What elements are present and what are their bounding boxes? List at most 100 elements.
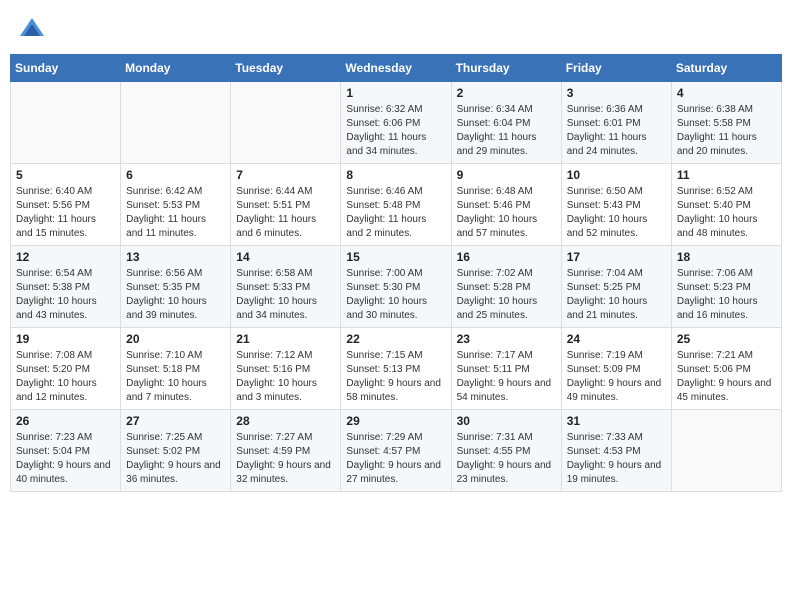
day-number: 3 [567, 86, 666, 100]
day-info: Sunrise: 6:46 AM Sunset: 5:48 PM Dayligh… [346, 185, 445, 241]
day-info: Sunrise: 6:50 AM Sunset: 5:43 PM Dayligh… [567, 185, 666, 241]
day-number: 30 [457, 414, 556, 428]
week-row-3: 12Sunrise: 6:54 AM Sunset: 5:38 PM Dayli… [11, 246, 782, 328]
calendar-cell: 10 Sunrise: 6:50 AM Sunset: 5:43 PM Dayli… [561, 164, 671, 246]
header-day-sunday: Sunday [11, 55, 121, 82]
day-info: Sunrise: 6:36 AM Sunset: 6:01 PM Dayligh… [567, 103, 666, 159]
day-number: 1 [346, 86, 445, 100]
week-row-5: 26 Sunrise: 7:23 AM Sunset: 5:04 PM Dayli… [11, 410, 782, 492]
calendar-cell: 18 Sunrise: 7:06 AM Sunset: 5:23 PM Dayli… [671, 246, 781, 328]
calendar-cell: 28 Sunrise: 7:27 AM Sunset: 4:59 PM Dayli… [231, 410, 341, 492]
calendar-cell: 1 Sunrise: 6:32 AM Sunset: 6:06 PM Daylig… [341, 82, 451, 164]
day-number: 29 [346, 414, 445, 428]
day-info: Sunrise: 7:08 AM Sunset: 5:20 PM Dayligh… [16, 349, 115, 405]
day-number: 24 [567, 332, 666, 346]
header-day-saturday: Saturday [671, 55, 781, 82]
calendar-body: 1 Sunrise: 6:32 AM Sunset: 6:06 PM Daylig… [11, 82, 782, 492]
calendar-header: SundayMondayTuesdayWednesdayThursdayFrid… [11, 55, 782, 82]
calendar-cell: 31 Sunrise: 7:33 AM Sunset: 4:53 PM Dayli… [561, 410, 671, 492]
day-info: Sunrise: 6:44 AM Sunset: 5:51 PM Dayligh… [236, 185, 335, 241]
day-info: Sunrise: 7:15 AM Sunset: 5:13 PM Dayligh… [346, 349, 445, 405]
calendar-cell: 7Sunrise: 6:44 AM Sunset: 5:51 PM Daylig… [231, 164, 341, 246]
calendar-cell [11, 82, 121, 164]
calendar-cell: 27Sunrise: 7:25 AM Sunset: 5:02 PM Dayli… [121, 410, 231, 492]
day-info: Sunrise: 7:31 AM Sunset: 4:55 PM Dayligh… [457, 431, 556, 487]
day-number: 15 [346, 250, 445, 264]
calendar-cell: 14Sunrise: 6:58 AM Sunset: 5:33 PM Dayli… [231, 246, 341, 328]
logo [18, 14, 50, 42]
day-number: 28 [236, 414, 335, 428]
day-info: Sunrise: 6:40 AM Sunset: 5:56 PM Dayligh… [16, 185, 115, 241]
calendar-cell: 3 Sunrise: 6:36 AM Sunset: 6:01 PM Daylig… [561, 82, 671, 164]
header-day-tuesday: Tuesday [231, 55, 341, 82]
calendar-cell: 29 Sunrise: 7:29 AM Sunset: 4:57 PM Dayli… [341, 410, 451, 492]
calendar-cell: 11 Sunrise: 6:52 AM Sunset: 5:40 PM Dayli… [671, 164, 781, 246]
calendar-cell: 4Sunrise: 6:38 AM Sunset: 5:58 PM Daylig… [671, 82, 781, 164]
calendar-cell: 21 Sunrise: 7:12 AM Sunset: 5:16 PM Dayli… [231, 328, 341, 410]
day-number: 10 [567, 168, 666, 182]
week-row-1: 1 Sunrise: 6:32 AM Sunset: 6:06 PM Daylig… [11, 82, 782, 164]
day-number: 31 [567, 414, 666, 428]
calendar-cell: 17 Sunrise: 7:04 AM Sunset: 5:25 PM Dayli… [561, 246, 671, 328]
header-row: SundayMondayTuesdayWednesdayThursdayFrid… [11, 55, 782, 82]
page-header [10, 10, 782, 46]
day-info: Sunrise: 6:38 AM Sunset: 5:58 PM Dayligh… [677, 103, 776, 159]
calendar-cell: 9Sunrise: 6:48 AM Sunset: 5:46 PM Daylig… [451, 164, 561, 246]
day-number: 23 [457, 332, 556, 346]
day-info: Sunrise: 7:23 AM Sunset: 5:04 PM Dayligh… [16, 431, 115, 487]
day-number: 5 [16, 168, 115, 182]
day-info: Sunrise: 6:42 AM Sunset: 5:53 PM Dayligh… [126, 185, 225, 241]
day-number: 13 [126, 250, 225, 264]
day-info: Sunrise: 7:00 AM Sunset: 5:30 PM Dayligh… [346, 267, 445, 323]
calendar-cell [671, 410, 781, 492]
header-day-friday: Friday [561, 55, 671, 82]
day-number: 8 [346, 168, 445, 182]
day-info: Sunrise: 7:04 AM Sunset: 5:25 PM Dayligh… [567, 267, 666, 323]
calendar-cell: 25Sunrise: 7:21 AM Sunset: 5:06 PM Dayli… [671, 328, 781, 410]
calendar-cell [121, 82, 231, 164]
calendar-cell: 13 Sunrise: 6:56 AM Sunset: 5:35 PM Dayli… [121, 246, 231, 328]
day-info: Sunrise: 6:54 AM Sunset: 5:38 PM Dayligh… [16, 267, 115, 323]
calendar-table: SundayMondayTuesdayWednesdayThursdayFrid… [10, 54, 782, 492]
day-number: 6 [126, 168, 225, 182]
calendar-cell: 16Sunrise: 7:02 AM Sunset: 5:28 PM Dayli… [451, 246, 561, 328]
day-number: 17 [567, 250, 666, 264]
calendar-cell [231, 82, 341, 164]
day-number: 2 [457, 86, 556, 100]
calendar-cell: 6 Sunrise: 6:42 AM Sunset: 5:53 PM Daylig… [121, 164, 231, 246]
day-info: Sunrise: 7:33 AM Sunset: 4:53 PM Dayligh… [567, 431, 666, 487]
calendar-cell: 24 Sunrise: 7:19 AM Sunset: 5:09 PM Dayli… [561, 328, 671, 410]
day-number: 16 [457, 250, 556, 264]
calendar-cell: 20 Sunrise: 7:10 AM Sunset: 5:18 PM Dayli… [121, 328, 231, 410]
header-day-monday: Monday [121, 55, 231, 82]
calendar-cell: 2Sunrise: 6:34 AM Sunset: 6:04 PM Daylig… [451, 82, 561, 164]
day-number: 22 [346, 332, 445, 346]
day-number: 25 [677, 332, 776, 346]
day-info: Sunrise: 7:10 AM Sunset: 5:18 PM Dayligh… [126, 349, 225, 405]
day-number: 11 [677, 168, 776, 182]
week-row-4: 19 Sunrise: 7:08 AM Sunset: 5:20 PM Dayli… [11, 328, 782, 410]
day-number: 26 [16, 414, 115, 428]
calendar-cell: 12Sunrise: 6:54 AM Sunset: 5:38 PM Dayli… [11, 246, 121, 328]
day-info: Sunrise: 7:06 AM Sunset: 5:23 PM Dayligh… [677, 267, 776, 323]
day-number: 18 [677, 250, 776, 264]
day-info: Sunrise: 7:19 AM Sunset: 5:09 PM Dayligh… [567, 349, 666, 405]
day-info: Sunrise: 7:29 AM Sunset: 4:57 PM Dayligh… [346, 431, 445, 487]
calendar-cell: 23Sunrise: 7:17 AM Sunset: 5:11 PM Dayli… [451, 328, 561, 410]
day-info: Sunrise: 6:32 AM Sunset: 6:06 PM Dayligh… [346, 103, 445, 159]
day-number: 21 [236, 332, 335, 346]
day-info: Sunrise: 6:56 AM Sunset: 5:35 PM Dayligh… [126, 267, 225, 323]
day-info: Sunrise: 6:48 AM Sunset: 5:46 PM Dayligh… [457, 185, 556, 241]
header-day-wednesday: Wednesday [341, 55, 451, 82]
day-number: 20 [126, 332, 225, 346]
calendar-cell: 22 Sunrise: 7:15 AM Sunset: 5:13 PM Dayli… [341, 328, 451, 410]
day-info: Sunrise: 7:12 AM Sunset: 5:16 PM Dayligh… [236, 349, 335, 405]
day-info: Sunrise: 7:27 AM Sunset: 4:59 PM Dayligh… [236, 431, 335, 487]
day-info: Sunrise: 6:52 AM Sunset: 5:40 PM Dayligh… [677, 185, 776, 241]
calendar-cell: 8 Sunrise: 6:46 AM Sunset: 5:48 PM Daylig… [341, 164, 451, 246]
calendar-cell: 30 Sunrise: 7:31 AM Sunset: 4:55 PM Dayli… [451, 410, 561, 492]
day-number: 19 [16, 332, 115, 346]
day-info: Sunrise: 7:25 AM Sunset: 5:02 PM Dayligh… [126, 431, 225, 487]
header-day-thursday: Thursday [451, 55, 561, 82]
calendar-cell: 5 Sunrise: 6:40 AM Sunset: 5:56 PM Daylig… [11, 164, 121, 246]
